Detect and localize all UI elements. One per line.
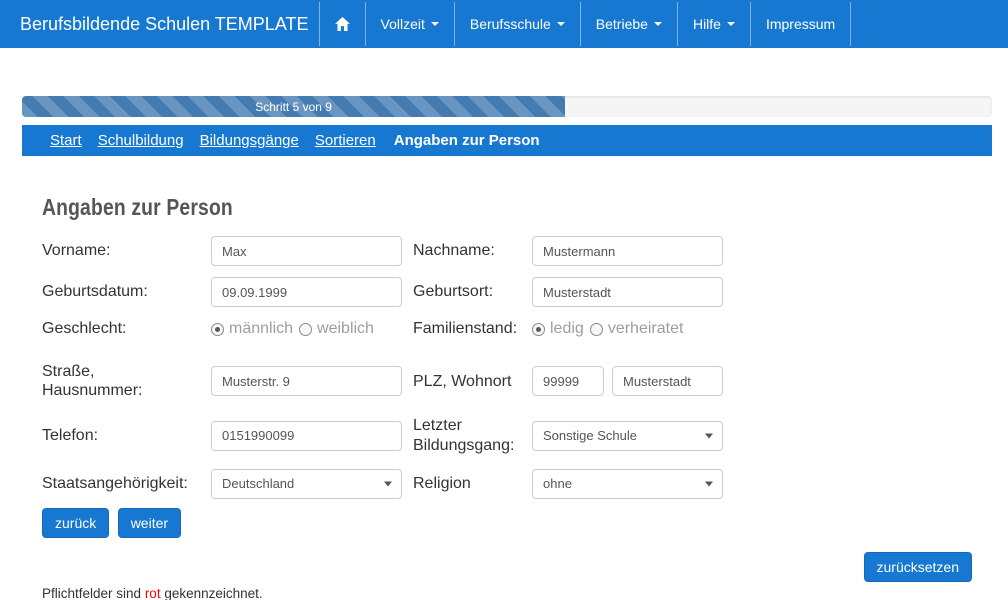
navbar-items: Vollzeit Berufsschule Betriebe Hilfe Imp… bbox=[319, 0, 852, 48]
breadcrumb-current: Angaben zur Person bbox=[394, 132, 540, 149]
caret-down-icon bbox=[431, 22, 439, 26]
geschlecht-radio-group: männlich weiblich bbox=[211, 320, 402, 338]
familienstand-label: Familienstand: bbox=[402, 319, 532, 338]
radio-ledig[interactable] bbox=[532, 323, 545, 336]
form-row-geburt: Geburtsdatum: Geburtsort: bbox=[42, 277, 972, 307]
zurueck-button[interactable]: zurück bbox=[42, 508, 109, 538]
geburtsort-input[interactable] bbox=[532, 277, 723, 307]
religion-select[interactable]: ohne bbox=[532, 469, 723, 499]
breadcrumb-link-bildungsgaenge[interactable]: Bildungsgänge bbox=[200, 132, 299, 149]
progress-label: Schritt 5 von 9 bbox=[255, 100, 332, 114]
note-suffix: gekennzeichnet. bbox=[161, 586, 263, 600]
form-row-staat-religion: Staatsangehörigkeit: Deutschland Religio… bbox=[42, 469, 972, 499]
strasse-label-line1: Straße, bbox=[42, 363, 94, 380]
geburtsdatum-label: Geburtsdatum: bbox=[42, 282, 211, 301]
radio-weiblich[interactable] bbox=[299, 323, 312, 336]
breadcrumb: Start Schulbildung Bildungsgänge Sortier… bbox=[22, 125, 992, 156]
strasse-input[interactable] bbox=[211, 366, 402, 396]
plz-input[interactable] bbox=[532, 366, 604, 396]
wohnort-input[interactable] bbox=[612, 366, 723, 396]
maennlich-label: männlich bbox=[229, 320, 293, 338]
reset-row: zurücksetzen bbox=[42, 552, 972, 582]
caret-down-icon bbox=[727, 22, 735, 26]
form-row-geschlecht-familienstand: Geschlecht: männlich weiblich Familienst… bbox=[42, 318, 972, 340]
note-prefix: Pflichtfelder sind bbox=[42, 586, 145, 600]
staatsangehoerigkeit-select[interactable]: Deutschland bbox=[211, 469, 402, 499]
nav-item-label: Vollzeit bbox=[381, 16, 425, 32]
nav-item-label: Impressum bbox=[766, 16, 835, 32]
zuruecksetzen-button[interactable]: zurücksetzen bbox=[864, 552, 972, 582]
form-row-telefon-bildungsgang: Telefon: Letzter Bildungsgang: Sonstige … bbox=[42, 416, 972, 454]
letzter-bildungsgang-label: Letzter Bildungsgang: bbox=[402, 416, 532, 454]
required-fields-note: Pflichtfelder sind rot gekennzeichnet. bbox=[42, 586, 972, 600]
home-icon bbox=[335, 17, 350, 31]
geburtsort-label: Geburtsort: bbox=[402, 282, 532, 301]
vorname-label: Vorname: bbox=[42, 241, 211, 260]
progress-bar: Schritt 5 von 9 bbox=[22, 96, 992, 117]
nav-item-vollzeit[interactable]: Vollzeit bbox=[365, 2, 454, 46]
navbar-brand[interactable]: Berufsbildende Schulen TEMPLATE bbox=[0, 0, 319, 48]
page-title: Angaben zur Person bbox=[42, 194, 233, 221]
progress-fill: Schritt 5 von 9 bbox=[22, 96, 565, 117]
breadcrumb-link-start[interactable]: Start bbox=[50, 132, 82, 149]
top-navbar: Berufsbildende Schulen TEMPLATE Vollzeit… bbox=[0, 0, 1008, 48]
radio-verheiratet[interactable] bbox=[590, 323, 603, 336]
plz-wohnort-label: PLZ, Wohnort bbox=[402, 372, 532, 391]
nav-item-berufsschule[interactable]: Berufsschule bbox=[454, 2, 580, 46]
note-highlight: rot bbox=[145, 586, 161, 600]
caret-down-icon bbox=[654, 22, 662, 26]
weiblich-label: weiblich bbox=[317, 320, 374, 338]
verheiratet-label: verheiratet bbox=[608, 320, 684, 338]
letzter-bildungsgang-label-line2: Bildungsgang: bbox=[413, 437, 514, 454]
nav-item-label: Hilfe bbox=[693, 16, 721, 32]
nav-item-label: Betriebe bbox=[596, 16, 648, 32]
ledig-label: ledig bbox=[550, 320, 584, 338]
form-row-name: Vorname: Nachname: bbox=[42, 236, 972, 266]
caret-down-icon bbox=[557, 22, 565, 26]
strasse-label: Straße, Hausnummer: bbox=[42, 362, 211, 400]
familienstand-radio-group: ledig verheiratet bbox=[532, 320, 723, 338]
nav-item-hilfe[interactable]: Hilfe bbox=[677, 2, 750, 46]
telefon-label: Telefon: bbox=[42, 426, 211, 445]
letzter-bildungsgang-select[interactable]: Sonstige Schule bbox=[532, 421, 723, 451]
nachname-label: Nachname: bbox=[402, 241, 532, 260]
nachname-input[interactable] bbox=[532, 236, 723, 266]
breadcrumb-link-sortieren[interactable]: Sortieren bbox=[315, 132, 376, 149]
weiter-button[interactable]: weiter bbox=[118, 508, 181, 538]
plz-wohnort-inputs bbox=[532, 366, 723, 396]
radio-maennlich[interactable] bbox=[211, 323, 224, 336]
nav-item-betriebe[interactable]: Betriebe bbox=[580, 2, 677, 46]
nav-item-home[interactable] bbox=[319, 2, 365, 46]
religion-label: Religion bbox=[402, 474, 532, 493]
breadcrumb-link-schulbildung[interactable]: Schulbildung bbox=[98, 132, 184, 149]
person-form: Vorname: Nachname: Geburtsdatum: Geburts… bbox=[42, 236, 972, 499]
nav-item-label: Berufsschule bbox=[470, 16, 551, 32]
nav-buttons-row: zurück weiter bbox=[42, 508, 972, 538]
geschlecht-label: Geschlecht: bbox=[42, 319, 211, 338]
geburtsdatum-input[interactable] bbox=[211, 277, 402, 307]
staatsangehoerigkeit-label: Staatsangehörigkeit: bbox=[42, 474, 211, 493]
form-row-adresse: Straße, Hausnummer: PLZ, Wohnort bbox=[42, 362, 972, 400]
vorname-input[interactable] bbox=[211, 236, 402, 266]
telefon-input[interactable] bbox=[211, 421, 402, 451]
strasse-label-line2: Hausnummer: bbox=[42, 382, 142, 399]
letzter-bildungsgang-label-line1: Letzter bbox=[413, 417, 462, 434]
nav-item-impressum[interactable]: Impressum bbox=[750, 2, 851, 46]
